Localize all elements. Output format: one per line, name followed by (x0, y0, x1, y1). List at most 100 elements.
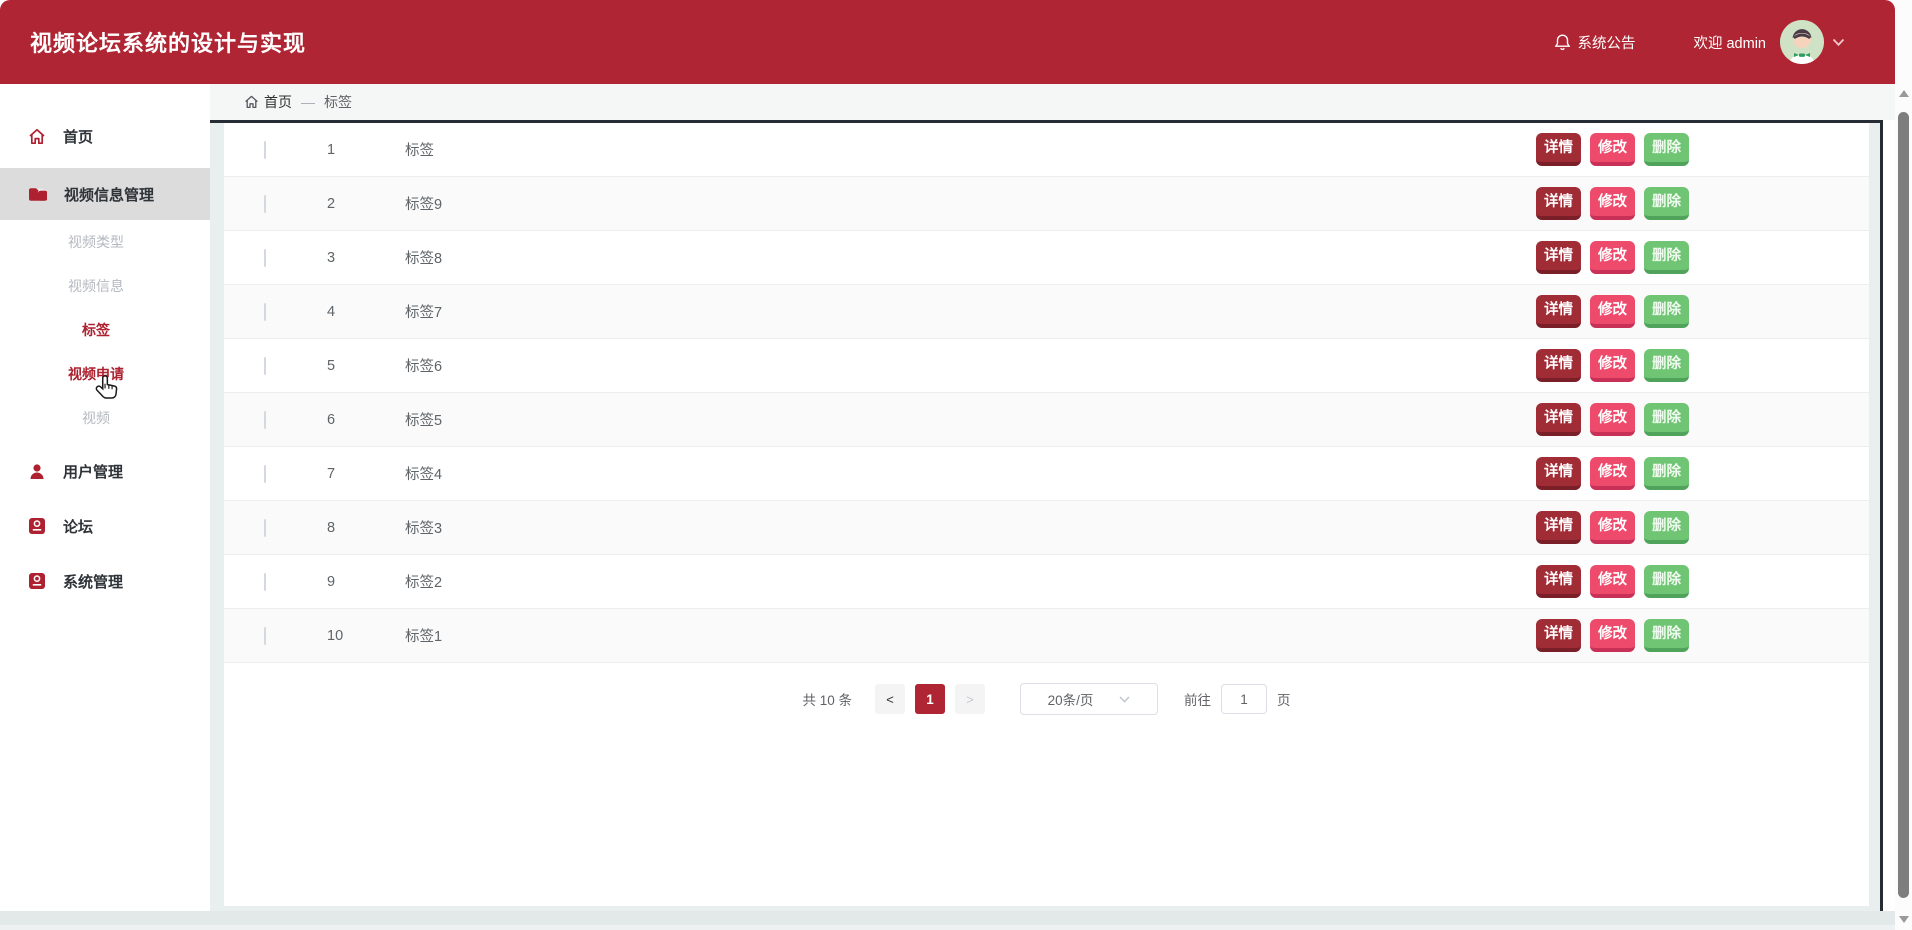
detail-button[interactable]: 详情 (1536, 295, 1581, 328)
tag-name: 标签 (405, 143, 434, 159)
row-checkbox[interactable] (264, 464, 266, 483)
tag-name: 标签3 (405, 521, 443, 537)
sidebar-submenu: 视频类型 视频信息 标签 视频申请 视频 (0, 220, 210, 442)
detail-button[interactable]: 详情 (1536, 565, 1581, 598)
sidebar-subitem-video-info[interactable]: 视频信息 (0, 264, 192, 308)
row-checkbox[interactable] (264, 572, 266, 591)
bell-icon (1554, 33, 1571, 51)
table-row: 1 标签 详情 修改 删除 (224, 123, 1869, 177)
edit-button[interactable]: 修改 (1590, 295, 1635, 328)
delete-button[interactable]: 删除 (1644, 403, 1689, 436)
sidebar-subitem-tags[interactable]: 标签 (0, 308, 192, 352)
window-bottom-strip (0, 911, 1895, 930)
table-row: 2 标签9 详情 修改 删除 (224, 177, 1869, 231)
edit-button[interactable]: 修改 (1590, 457, 1635, 490)
chevron-down-icon (1119, 695, 1130, 703)
row-checkbox[interactable] (264, 248, 266, 267)
detail-button[interactable]: 详情 (1536, 619, 1581, 652)
detail-button[interactable]: 详情 (1536, 349, 1581, 382)
pagination-total: 共 10 条 (802, 693, 853, 708)
breadcrumb-current: 标签 (324, 94, 352, 110)
system-notice-link[interactable]: 系统公告 (1554, 32, 1635, 53)
system-notice-label: 系统公告 (1577, 35, 1636, 52)
delete-button[interactable]: 删除 (1644, 619, 1689, 652)
sidebar-item-label: 首页 (63, 128, 94, 146)
table-row: 9 标签2 详情 修改 删除 (224, 555, 1869, 609)
row-index: 8 (327, 519, 336, 536)
edit-button[interactable]: 修改 (1590, 403, 1635, 436)
tag-name: 标签1 (405, 629, 443, 645)
scroll-down-arrow-icon[interactable] (1899, 916, 1909, 923)
detail-button[interactable]: 详情 (1536, 403, 1581, 436)
goto-page-input[interactable] (1221, 684, 1268, 714)
delete-button[interactable]: 删除 (1644, 295, 1689, 328)
edit-button[interactable]: 修改 (1590, 349, 1635, 382)
detail-button[interactable]: 详情 (1536, 457, 1581, 490)
sidebar-item-forum[interactable]: 论坛 (0, 500, 210, 552)
home-icon (28, 128, 46, 145)
sidebar-subitem-video-type[interactable]: 视频类型 (0, 220, 192, 264)
breadcrumb-home-link[interactable]: 首页 (244, 92, 292, 112)
row-checkbox[interactable] (264, 356, 266, 375)
sidebar-item-video-info-mgmt[interactable]: 视频信息管理 (0, 168, 210, 220)
welcome-text: 欢迎 admin (1693, 35, 1766, 52)
next-page-button[interactable]: > (955, 684, 986, 714)
detail-button[interactable]: 详情 (1536, 241, 1581, 274)
sidebar-item-system-mgmt[interactable]: 系统管理 (0, 555, 210, 607)
row-checkbox[interactable] (264, 140, 266, 159)
chevron-down-icon[interactable] (1832, 38, 1845, 47)
table-row: 5 标签6 详情 修改 删除 (224, 339, 1869, 393)
tag-name: 标签6 (405, 359, 443, 375)
sidebar-item-user-mgmt[interactable]: 用户管理 (0, 445, 210, 497)
breadcrumb-separator: — (301, 94, 315, 110)
system-icon (28, 572, 46, 590)
table-row: 7 标签4 详情 修改 删除 (224, 447, 1869, 501)
row-checkbox[interactable] (264, 410, 266, 429)
sidebar-item-label: 系统管理 (63, 573, 124, 591)
pagination: 共 10 条 < 1 > 20条/页 前往 1 页 (224, 683, 1869, 715)
video-folder-icon (28, 187, 47, 202)
edit-button[interactable]: 修改 (1590, 619, 1635, 652)
scroll-up-arrow-icon[interactable] (1899, 90, 1909, 97)
sidebar-item-home[interactable]: 首页 (0, 110, 210, 162)
row-checkbox[interactable] (264, 518, 266, 537)
user-icon (28, 463, 46, 480)
sidebar-subitem-video-apply[interactable]: 视频申请 (0, 352, 192, 396)
row-checkbox[interactable] (264, 194, 266, 213)
breadcrumb-home-label: 首页 (264, 94, 292, 110)
delete-button[interactable]: 删除 (1644, 457, 1689, 490)
sidebar-item-label: 用户管理 (63, 463, 124, 481)
current-page-button[interactable]: 1 (915, 684, 946, 714)
edit-button[interactable]: 修改 (1590, 133, 1635, 166)
header-right: 系统公告 欢迎 admin (1554, 20, 1845, 64)
detail-button[interactable]: 详情 (1536, 133, 1581, 166)
sidebar-subitem-video[interactable]: 视频 (0, 396, 192, 440)
detail-button[interactable]: 详情 (1536, 187, 1581, 220)
edit-button[interactable]: 修改 (1590, 565, 1635, 598)
home-outline-icon (244, 95, 259, 109)
prev-page-button[interactable]: < (875, 684, 906, 714)
delete-button[interactable]: 删除 (1644, 133, 1689, 166)
avatar[interactable] (1780, 20, 1824, 64)
table-panel: 1 标签 详情 修改 删除 2 标签9 详情 修改 删除 3 标签8 详情 修改… (224, 123, 1869, 906)
page-title: 视频论坛系统的设计与实现 (30, 31, 307, 56)
detail-button[interactable]: 详情 (1536, 511, 1581, 544)
page-size-select[interactable]: 20条/页 (1020, 683, 1159, 715)
delete-button[interactable]: 删除 (1644, 241, 1689, 274)
sidebar: 首页 视频信息管理 视频类型 视频信息 标签 视频申请 视频 用户管理 论坛 系… (0, 84, 210, 930)
row-checkbox[interactable] (264, 302, 266, 321)
delete-button[interactable]: 删除 (1644, 511, 1689, 544)
row-index: 7 (327, 465, 336, 482)
row-checkbox[interactable] (264, 626, 266, 645)
edit-button[interactable]: 修改 (1590, 187, 1635, 220)
edit-button[interactable]: 修改 (1590, 241, 1635, 274)
sidebar-item-label: 视频信息管理 (64, 186, 155, 204)
delete-button[interactable]: 删除 (1644, 349, 1689, 382)
delete-button[interactable]: 删除 (1644, 187, 1689, 220)
edit-button[interactable]: 修改 (1590, 511, 1635, 544)
tag-name: 标签2 (405, 575, 443, 591)
content-area: 首页 — 标签 1 标签 详情 修改 删除 2 标签9 详情 修改 删除 3 标… (210, 84, 1895, 930)
delete-button[interactable]: 删除 (1644, 565, 1689, 598)
scrollbar-thumb[interactable] (1898, 112, 1909, 898)
row-index: 5 (327, 357, 336, 374)
